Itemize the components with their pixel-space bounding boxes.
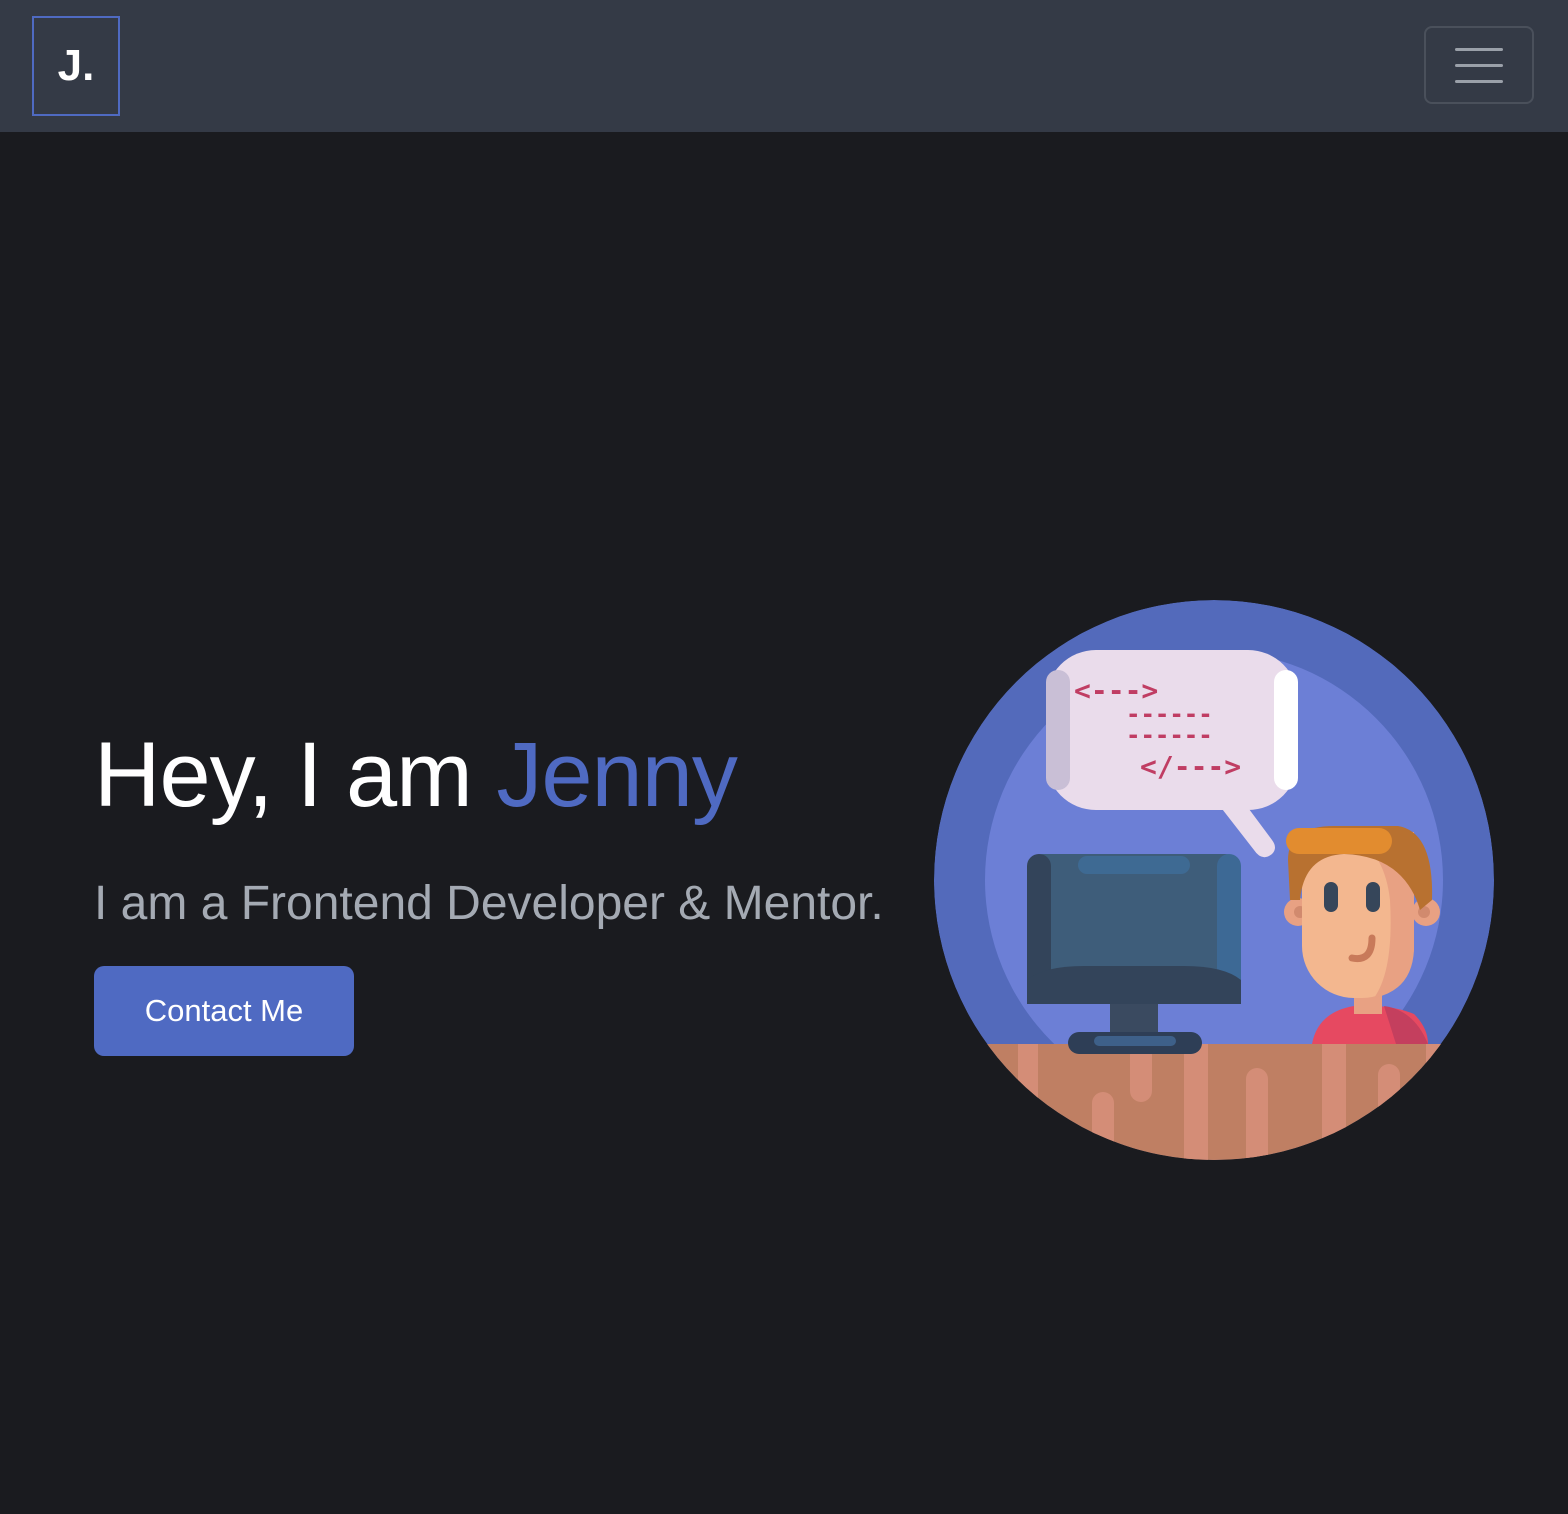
code-line-4: </--->: [1140, 750, 1241, 783]
top-navbar: J.: [0, 0, 1568, 132]
hero-greeting: Hey, I am: [94, 724, 473, 826]
hero-text-block: Hey, I am Jenny I am a Frontend Develope…: [94, 720, 884, 936]
hero-title: Hey, I am Jenny: [94, 720, 884, 830]
hero-name: Jenny: [496, 724, 737, 826]
brand-text: J.: [57, 41, 95, 90]
contact-me-button[interactable]: Contact Me: [94, 966, 354, 1056]
brand-logo[interactable]: J.: [32, 16, 120, 116]
developer-illustration: <---> ------ ------ </--->: [934, 600, 1494, 1160]
hero-subtitle: I am a Frontend Developer & Mentor.: [94, 877, 884, 930]
hamburger-menu-icon: [1455, 46, 1503, 84]
code-line-3: ------: [1126, 721, 1213, 749]
navbar-toggle-button[interactable]: [1424, 26, 1534, 104]
